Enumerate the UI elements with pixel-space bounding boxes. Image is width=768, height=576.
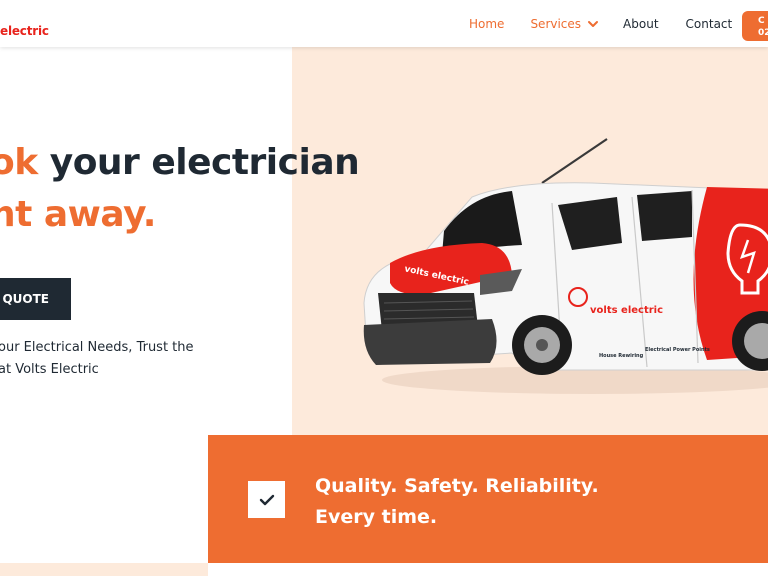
checkmark-box [248,481,285,518]
chevron-down-icon [588,21,599,27]
call-button[interactable]: C 02 [742,11,768,41]
nav-about[interactable]: About [623,17,658,31]
van-front-wheel [512,315,572,375]
van-service-2: Electrical Power Points [645,347,710,353]
van-bumper [363,319,497,365]
van-antenna [541,138,608,184]
section-divider [0,563,208,576]
hero-subtitle-line1: our Electrical Needs, Trust the [0,340,194,355]
van-side-text: volts electric [590,305,663,316]
van-service-1: House Rewiring [599,353,644,359]
values-text: Quality. Safety. Reliability. Every time… [315,471,599,533]
site-header: electric Home Services About Contact C 0… [0,0,768,47]
nav-contact[interactable]: Contact [686,17,733,31]
hero-title: ok your electrician ht away. [0,137,360,241]
hero-title-line2: ht away. [0,194,156,235]
logo[interactable]: electric [0,24,49,38]
hero-subtitle-line2: at Volts Electric [0,362,99,377]
page: electric Home Services About Contact C 0… [0,0,768,576]
hero-subtitle: our Electrical Needs, Trust the at Volts… [0,337,194,381]
values-line2: Every time. [315,506,438,528]
checkmark-icon [259,494,274,505]
call-button-line1: C [758,16,765,26]
nav-services[interactable]: Services [530,17,599,31]
hero-title-line1-rest: your electrician [37,142,360,183]
hero-title-line1: ok your electrician [0,142,360,183]
van-image: volts electric volts electric House Rewi… [363,138,768,394]
call-button-line2: 02 [758,28,768,38]
nav-services-label: Services [530,17,582,31]
values-banner: Quality. Safety. Reliability. Every time… [208,435,768,563]
get-a-quote-button[interactable]: A QUOTE [0,278,71,320]
van-rear-window [637,191,692,241]
main-nav: Home Services About Contact [469,17,732,31]
nav-home[interactable]: Home [469,17,504,31]
hero-title-line1-accent: ok [0,142,38,183]
values-line1: Quality. Safety. Reliability. [315,475,599,497]
